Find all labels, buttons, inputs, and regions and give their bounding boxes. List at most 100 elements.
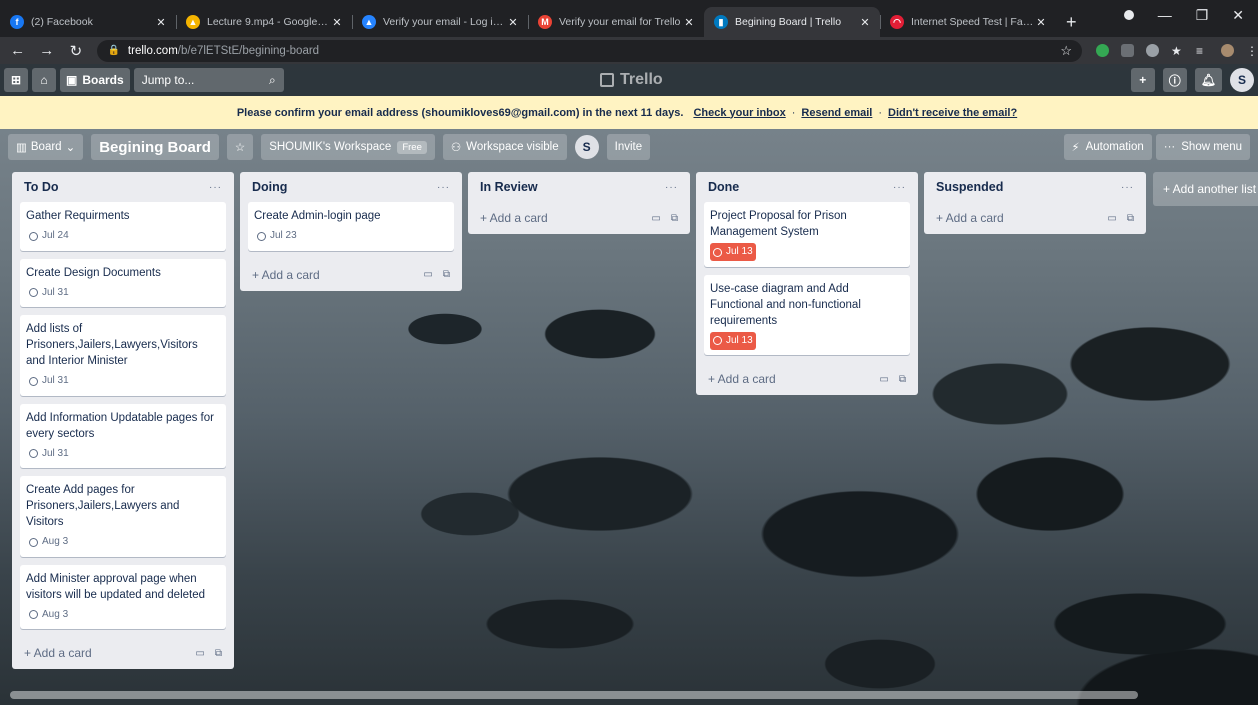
card-template-icon[interactable]: ⧉ — [443, 269, 450, 280]
jump-to-search[interactable]: Jump to... ⌕ — [133, 68, 284, 92]
browser-tab[interactable]: ▮ Begining Board | Trello ✕ — [704, 7, 880, 37]
bookmark-star-icon[interactable]: ☆ — [1060, 43, 1072, 59]
list-title[interactable]: Suspended — [936, 180, 1003, 194]
list-header[interactable]: In Review ··· — [476, 172, 682, 202]
board-header: ▥ Board ⌄ Begining Board ☆ SHOUMIK's Works… — [0, 130, 1258, 164]
user-avatar[interactable]: S — [1230, 68, 1254, 92]
list-title[interactable]: To Do — [24, 180, 58, 194]
close-window-icon[interactable]: ✕ — [1232, 7, 1244, 24]
back-icon[interactable]: ← — [6, 42, 29, 59]
list-menu-icon[interactable]: ··· — [1121, 182, 1134, 193]
card[interactable]: Create Admin-login page Jul 23 — [248, 202, 454, 251]
visibility-button[interactable]: ⚇ Workspace visible — [442, 134, 567, 160]
add-another-list-button[interactable]: + Add another list — [1153, 172, 1258, 206]
maximize-icon[interactable]: ❐ — [1196, 7, 1209, 24]
card-template-icon[interactable]: ⧉ — [671, 213, 678, 224]
workspace-button[interactable]: SHOUMIK's Workspace Free — [261, 134, 435, 160]
card[interactable]: Use-case diagram and Add Functional and … — [704, 274, 910, 355]
puzzle-icon[interactable]: ★ — [1171, 44, 1184, 58]
extension-icon[interactable] — [1096, 44, 1110, 57]
shield-extension-icon[interactable] — [1146, 44, 1160, 57]
board-view-switcher[interactable]: ▥ Board ⌄ — [8, 134, 84, 160]
card[interactable]: Create Add pages for Prisoners,Jailers,L… — [20, 476, 226, 557]
card[interactable]: Create Design Documents Jul 31 — [20, 258, 226, 307]
list-header[interactable]: Done ··· — [704, 172, 910, 202]
list-menu-icon[interactable]: ··· — [209, 182, 222, 193]
close-tab-icon[interactable]: ✕ — [682, 16, 696, 29]
member-avatar[interactable]: S — [574, 135, 599, 159]
list-title[interactable]: Done — [708, 180, 739, 194]
profile-avatar-icon[interactable] — [1221, 44, 1235, 57]
home-icon[interactable]: ⌂ — [32, 68, 56, 92]
close-tab-icon[interactable]: ✕ — [858, 16, 872, 29]
info-icon[interactable]: ⓘ — [1162, 68, 1187, 92]
list-menu-icon[interactable]: ··· — [893, 182, 906, 193]
reading-list-icon[interactable]: ≡ — [1196, 44, 1209, 58]
create-plus-icon[interactable]: + — [1130, 68, 1155, 92]
minimize-icon[interactable]: — — [1158, 7, 1172, 23]
close-tab-icon[interactable]: ✕ — [330, 16, 344, 29]
list-title[interactable]: Doing — [252, 180, 287, 194]
check-inbox-link[interactable]: Check your inbox — [693, 107, 785, 119]
card-template-icon[interactable]: ⧉ — [215, 648, 222, 659]
card-template-icon[interactable]: ⧉ — [899, 374, 906, 385]
due-date-badge[interactable]: Jul 31 — [26, 372, 72, 390]
add-card-button[interactable]: + Add a card — [708, 372, 776, 386]
add-card-button[interactable]: + Add a card — [480, 211, 548, 225]
trello-logo[interactable]: Trello — [600, 71, 663, 89]
board-title[interactable]: Begining Board — [91, 134, 219, 160]
due-date-badge[interactable]: Aug 3 — [26, 533, 71, 551]
add-card-button[interactable]: + Add a card — [936, 211, 1004, 225]
due-date-badge[interactable]: Aug 3 — [26, 606, 71, 624]
forward-icon[interactable]: → — [35, 42, 58, 59]
due-date-badge[interactable]: Jul 31 — [26, 445, 72, 463]
card[interactable]: Add Minister approval page when visitors… — [20, 564, 226, 629]
add-card-button[interactable]: + Add a card — [24, 646, 92, 660]
resend-email-link[interactable]: Resend email — [801, 107, 872, 119]
didnt-receive-link[interactable]: Didn't receive the email? — [888, 107, 1017, 119]
browser-menu-icon[interactable]: ⋮ — [1246, 44, 1258, 58]
list-menu-icon[interactable]: ··· — [437, 182, 450, 193]
star-board-button[interactable]: ☆ — [226, 134, 254, 160]
horizontal-scrollbar[interactable] — [10, 691, 1138, 699]
due-date-badge[interactable]: Jul 13 — [710, 331, 756, 350]
invite-button[interactable]: Invite — [606, 134, 651, 160]
browser-tab[interactable]: ▲ Lecture 9.mp4 - Google Drive✕ — [176, 7, 352, 37]
apps-grid-icon[interactable]: ⊞ — [4, 68, 28, 92]
show-menu-button[interactable]: ··· Show menu — [1155, 134, 1250, 160]
card[interactable]: Add lists of Prisoners,Jailers,Lawyers,V… — [20, 315, 226, 396]
list-title[interactable]: In Review — [480, 180, 538, 194]
list-header[interactable]: Doing ··· — [248, 172, 454, 202]
close-tab-icon[interactable]: ✕ — [1034, 16, 1048, 29]
url-input[interactable]: 🔒 trello.com /b/e7lETStE/begining-board … — [97, 39, 1083, 62]
card-title: Add lists of Prisoners,Jailers,Lawyers,V… — [26, 323, 198, 367]
close-tab-icon[interactable]: ✕ — [154, 16, 168, 29]
due-date-badge[interactable]: Jul 31 — [26, 284, 72, 302]
due-date-badge[interactable]: Jul 13 — [710, 243, 756, 261]
list-menu-icon[interactable]: ··· — [665, 182, 678, 193]
people-icon: ⚇ — [450, 142, 462, 154]
card[interactable]: Project Proposal for Prison Management S… — [704, 202, 910, 267]
extension-icon[interactable] — [1121, 44, 1135, 57]
notifications-bell-icon[interactable]: 🔔︎ — [1194, 68, 1222, 92]
list-header[interactable]: Suspended ··· — [932, 172, 1138, 202]
card[interactable]: Gather Requirments Jul 24 — [20, 202, 226, 251]
browser-tab-bar: f (2) Facebook ✕ ▲ Lecture 9.mp4 - Google Dr… — [0, 0, 1258, 37]
card[interactable]: Add Information Updatable pages for ever… — [20, 403, 226, 468]
due-date-badge[interactable]: Jul 23 — [254, 227, 300, 245]
add-card-button[interactable]: + Add a card — [252, 268, 320, 282]
browser-tab[interactable]: f (2) Facebook ✕ — [0, 7, 176, 37]
close-tab-icon[interactable]: ✕ — [506, 16, 520, 29]
banner-text: Please confirm your email address (shoum… — [236, 106, 684, 119]
automation-button[interactable]: ⚡︎ Automation — [1063, 134, 1152, 160]
list-header[interactable]: To Do ··· — [20, 172, 226, 202]
card-template-icon[interactable]: ⧉ — [1127, 213, 1134, 224]
browser-tab[interactable]: ▲ Verify your email - Log in w ✕ — [352, 7, 528, 37]
browser-tab[interactable]: M Verify your email for Trello ✕ — [528, 7, 704, 37]
browser-tab[interactable]: ◠ Internet Speed Test | Fast.co ✕ — [880, 7, 1056, 37]
profile-dot-icon[interactable] — [1123, 10, 1134, 20]
boards-button[interactable]: ▣ Boards — [60, 68, 130, 92]
new-tab-icon[interactable]: + — [1056, 7, 1087, 37]
due-date-badge[interactable]: Jul 24 — [26, 227, 72, 245]
reload-icon[interactable]: ↻ — [64, 42, 87, 60]
